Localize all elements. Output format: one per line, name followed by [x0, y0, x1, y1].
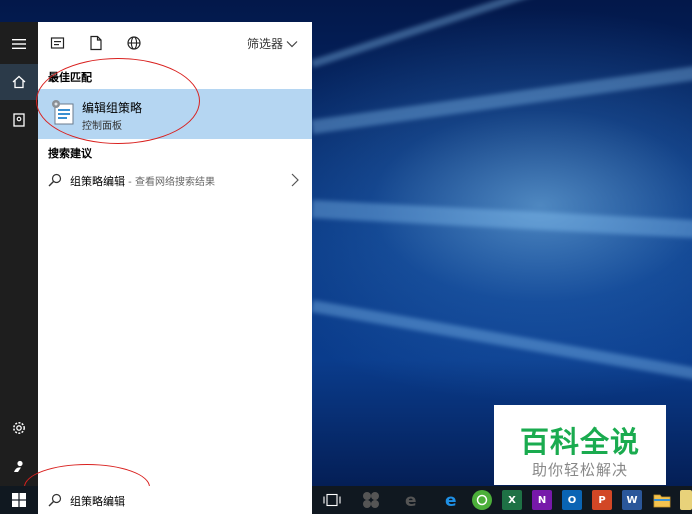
search-scope-bar: 筛选器 — [38, 22, 312, 64]
powerpoint-icon: P — [598, 494, 606, 506]
watermark-main: 百科全说 — [519, 425, 640, 459]
suggestion-query: 组策略编辑 — [70, 175, 125, 188]
svg-text:e: e — [405, 491, 417, 509]
web-scope-icon[interactable] — [126, 35, 142, 51]
light-beam — [310, 300, 692, 382]
light-beam — [311, 64, 692, 134]
taskbar-word[interactable]: W — [622, 490, 642, 510]
taskbar-app-1[interactable] — [361, 490, 381, 510]
taskbar-search-box[interactable]: 组策略编辑 — [38, 486, 312, 514]
taskbar-excel[interactable]: X — [502, 490, 522, 510]
light-beam — [311, 200, 692, 239]
taskbar: 组策略编辑 e e X N O P W — [0, 486, 692, 514]
web-search-suggestion[interactable]: 组策略编辑 - 查看网络搜索结果 — [38, 167, 312, 195]
svg-text:e: e — [445, 491, 457, 509]
filter-label: 筛选器 — [246, 37, 283, 51]
watermark-sub: 助你轻松解决 — [531, 461, 628, 479]
ie-icon: e — [445, 491, 457, 509]
folder-icon — [653, 494, 671, 508]
hamburger-menu-button[interactable] — [0, 26, 38, 62]
task-view-icon — [323, 493, 341, 507]
taskbar-search-input[interactable]: 组策略编辑 — [70, 493, 125, 509]
taskbar-browser-green[interactable] — [472, 490, 492, 510]
user-icon — [14, 460, 23, 472]
notebook-button[interactable] — [0, 102, 38, 138]
start-menu-rail — [0, 22, 38, 486]
suggestion-hint: - 查看网络搜索结果 — [125, 177, 215, 188]
taskbar-file-explorer[interactable] — [652, 490, 672, 510]
taskbar-app-partial[interactable] — [680, 490, 692, 510]
browser-icon — [476, 494, 488, 506]
chevron-down-icon — [286, 40, 298, 47]
start-button[interactable] — [0, 486, 38, 514]
home-icon — [12, 75, 26, 89]
light-beam — [310, 0, 692, 68]
search-icon — [48, 493, 62, 507]
settings-button[interactable] — [0, 410, 38, 446]
taskbar-ie[interactable]: e — [442, 490, 462, 510]
outlook-icon: O — [567, 494, 577, 506]
task-view-button[interactable] — [322, 490, 342, 510]
filter-dropdown[interactable]: 筛选器 — [247, 35, 298, 52]
suggestions-heading: 搜索建议 — [48, 147, 92, 160]
gear-icon — [13, 422, 25, 434]
edge-icon: e — [405, 491, 417, 509]
watermark: 百科全说 助你轻松解决 — [494, 405, 666, 485]
notebook-icon — [13, 113, 25, 127]
excel-icon: X — [508, 494, 516, 506]
onenote-icon: N — [537, 494, 547, 506]
taskbar-outlook[interactable]: O — [562, 490, 582, 510]
chevron-right-icon[interactable] — [290, 173, 300, 187]
documents-scope-icon[interactable] — [88, 35, 104, 51]
windows-logo-icon — [12, 493, 26, 507]
menu-icon — [12, 39, 26, 49]
search-icon — [48, 173, 62, 187]
word-icon: W — [626, 494, 638, 506]
taskbar-onenote[interactable]: N — [532, 490, 552, 510]
taskbar-edge[interactable]: e — [402, 490, 422, 510]
annotation-ellipse-best-match — [36, 58, 200, 144]
apps-scope-icon[interactable] — [50, 35, 66, 51]
app-icon — [363, 492, 379, 508]
home-button[interactable] — [0, 64, 38, 100]
suggestion-text: 组策略编辑 - 查看网络搜索结果 — [70, 173, 215, 189]
taskbar-powerpoint[interactable]: P — [592, 490, 612, 510]
